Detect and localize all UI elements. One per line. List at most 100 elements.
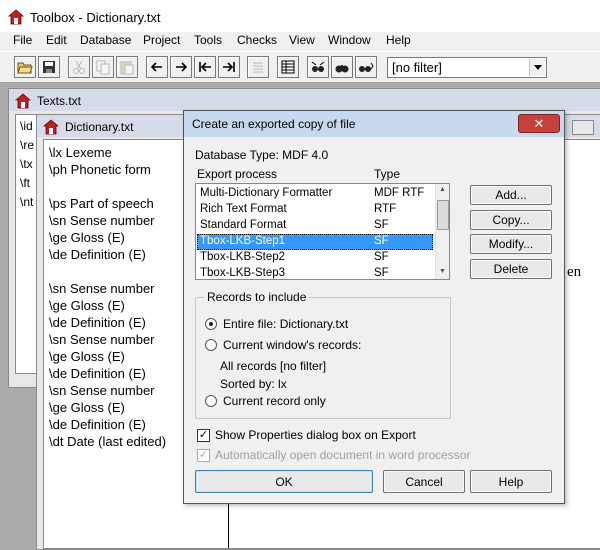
jump-icon [311,61,325,72]
menu-database[interactable]: Database [80,33,131,47]
texts-window-title: Texts.txt [37,94,82,108]
text-marker: \id [20,119,33,133]
all-records-label: All records [no filter] [220,359,327,373]
current-window-radio[interactable] [205,339,217,351]
export-process-type: SF [374,235,389,247]
export-process-list[interactable]: Multi-Dictionary Formatter MDF RTF Rich … [195,183,450,280]
list-item[interactable]: Tbox-LKB-Step2 SF [197,250,433,266]
export-process-type: SF [374,219,389,231]
scroll-thumb[interactable] [437,200,449,230]
menu-checks[interactable]: Checks [237,33,277,47]
menu-project[interactable]: Project [143,33,180,47]
export-process-header: Export process [197,167,278,181]
text-marker: \re [20,138,35,152]
close-icon[interactable]: ✕ [518,114,560,133]
field-marker: \sn Sense number [49,213,155,228]
app-title: Toolbox - Dictionary.txt [30,10,161,25]
menu-view[interactable]: View [289,33,315,47]
dialog-title-bar[interactable]: Create an exported copy of file ✕ [184,111,564,137]
paste-icon [120,61,134,75]
cut-button[interactable] [68,56,90,78]
field-marker: \de Definition (E) [49,366,146,381]
field-marker: \sn Sense number [49,281,155,296]
list-scrollbar[interactable]: ▲ ▼ [435,184,449,279]
menu-window[interactable]: Window [328,33,371,47]
chevron-down-icon[interactable] [529,59,545,76]
menu-bar: File Edit Database Project Tools Checks … [0,32,600,50]
field-marker: \de Definition (E) [49,315,146,330]
type-header: Type [374,167,401,181]
entire-file-label[interactable]: Entire file: Dictionary.txt [223,317,348,331]
export-process-type: RTF [374,203,397,215]
cut-icon [73,60,85,74]
field-list: \lx Lexeme \ph Phonetic form \ps Part of… [49,144,166,450]
find-button[interactable] [331,56,353,78]
help-button[interactable]: Help [470,470,552,493]
field-marker: \lx Lexeme [49,145,112,160]
browse-button[interactable] [247,56,269,78]
field-marker: \sn Sense number [49,383,155,398]
open-button[interactable] [14,56,36,78]
restore-window-icon[interactable] [572,120,594,135]
filter-combobox[interactable]: [no filter] [387,57,547,78]
field-marker: \dt Date (last edited) [49,434,167,449]
field-marker: \de Definition (E) [49,247,146,262]
list-item[interactable]: Rich Text Format RTF [197,202,433,218]
show-properties-label[interactable]: Show Properties dialog box on Export [215,428,416,442]
text-marker: \ft [20,176,31,190]
field-marker: \ph Phonetic form [49,162,151,177]
menu-help[interactable]: Help [386,33,411,47]
scroll-up-icon[interactable]: ▲ [439,186,446,193]
previous-record-button[interactable] [146,56,168,78]
dialog-title: Create an exported copy of file [192,117,356,131]
add-button[interactable]: Add... [470,185,552,205]
table-view-button[interactable] [277,56,299,78]
paste-button[interactable] [116,56,138,78]
export-process-name: Tbox-LKB-Step3 [200,267,286,279]
arrow-last-icon [223,62,235,72]
find-next-button[interactable] [355,56,377,78]
dictionary-window-title: Dictionary.txt [65,120,134,134]
menu-file[interactable]: File [13,33,32,47]
field-marker: \ge Gloss (E) [49,230,125,245]
cancel-button[interactable]: Cancel [383,470,465,493]
arrow-right-icon [176,62,188,72]
find-next-icon [359,62,374,72]
ok-button[interactable]: OK [195,470,373,493]
current-window-label[interactable]: Current window's records: [223,338,361,352]
menu-tools[interactable]: Tools [194,33,222,47]
entire-file-radio[interactable] [205,318,217,330]
export-process-name: Standard Format [200,219,287,231]
current-record-label[interactable]: Current record only [223,394,326,408]
show-properties-checkbox[interactable]: ✓ [197,429,210,442]
menu-edit[interactable]: Edit [46,33,67,47]
export-process-name: Rich Text Format [200,203,287,215]
export-process-name: Tbox-LKB-Step2 [200,251,286,263]
export-process-type: MDF RTF [374,187,425,199]
last-record-button[interactable] [218,56,240,78]
records-to-include-group: Records to include Entire file: Dictiona… [195,290,451,419]
texts-window-title-bar[interactable]: Texts.txt [9,89,600,111]
field-marker [49,263,166,280]
current-record-radio[interactable] [205,395,217,407]
save-button[interactable] [38,56,60,78]
text-marker: \tx [20,157,33,171]
list-item[interactable]: Multi-Dictionary Formatter MDF RTF [197,186,433,202]
list-item-selected[interactable]: Tbox-LKB-Step1 SF [197,234,433,250]
modify-button[interactable]: Modify... [470,234,552,254]
next-record-button[interactable] [170,56,192,78]
save-disk-icon [43,61,55,73]
toolbox-house-icon [8,9,24,25]
jump-button[interactable] [307,56,329,78]
copy-icon [96,60,110,75]
sorted-by-label: Sorted by: lx [220,377,287,391]
first-record-button[interactable] [194,56,216,78]
delete-button[interactable]: Delete [470,259,552,279]
copy-process-button[interactable]: Copy... [470,210,552,230]
list-item[interactable]: Standard Format SF [197,218,433,234]
copy-button[interactable] [92,56,114,78]
app-title-bar: Toolbox - Dictionary.txt [0,0,600,32]
scroll-down-icon[interactable]: ▼ [439,268,446,275]
export-process-type: SF [374,251,389,263]
list-item[interactable]: Tbox-LKB-Step3 SF [197,266,433,279]
